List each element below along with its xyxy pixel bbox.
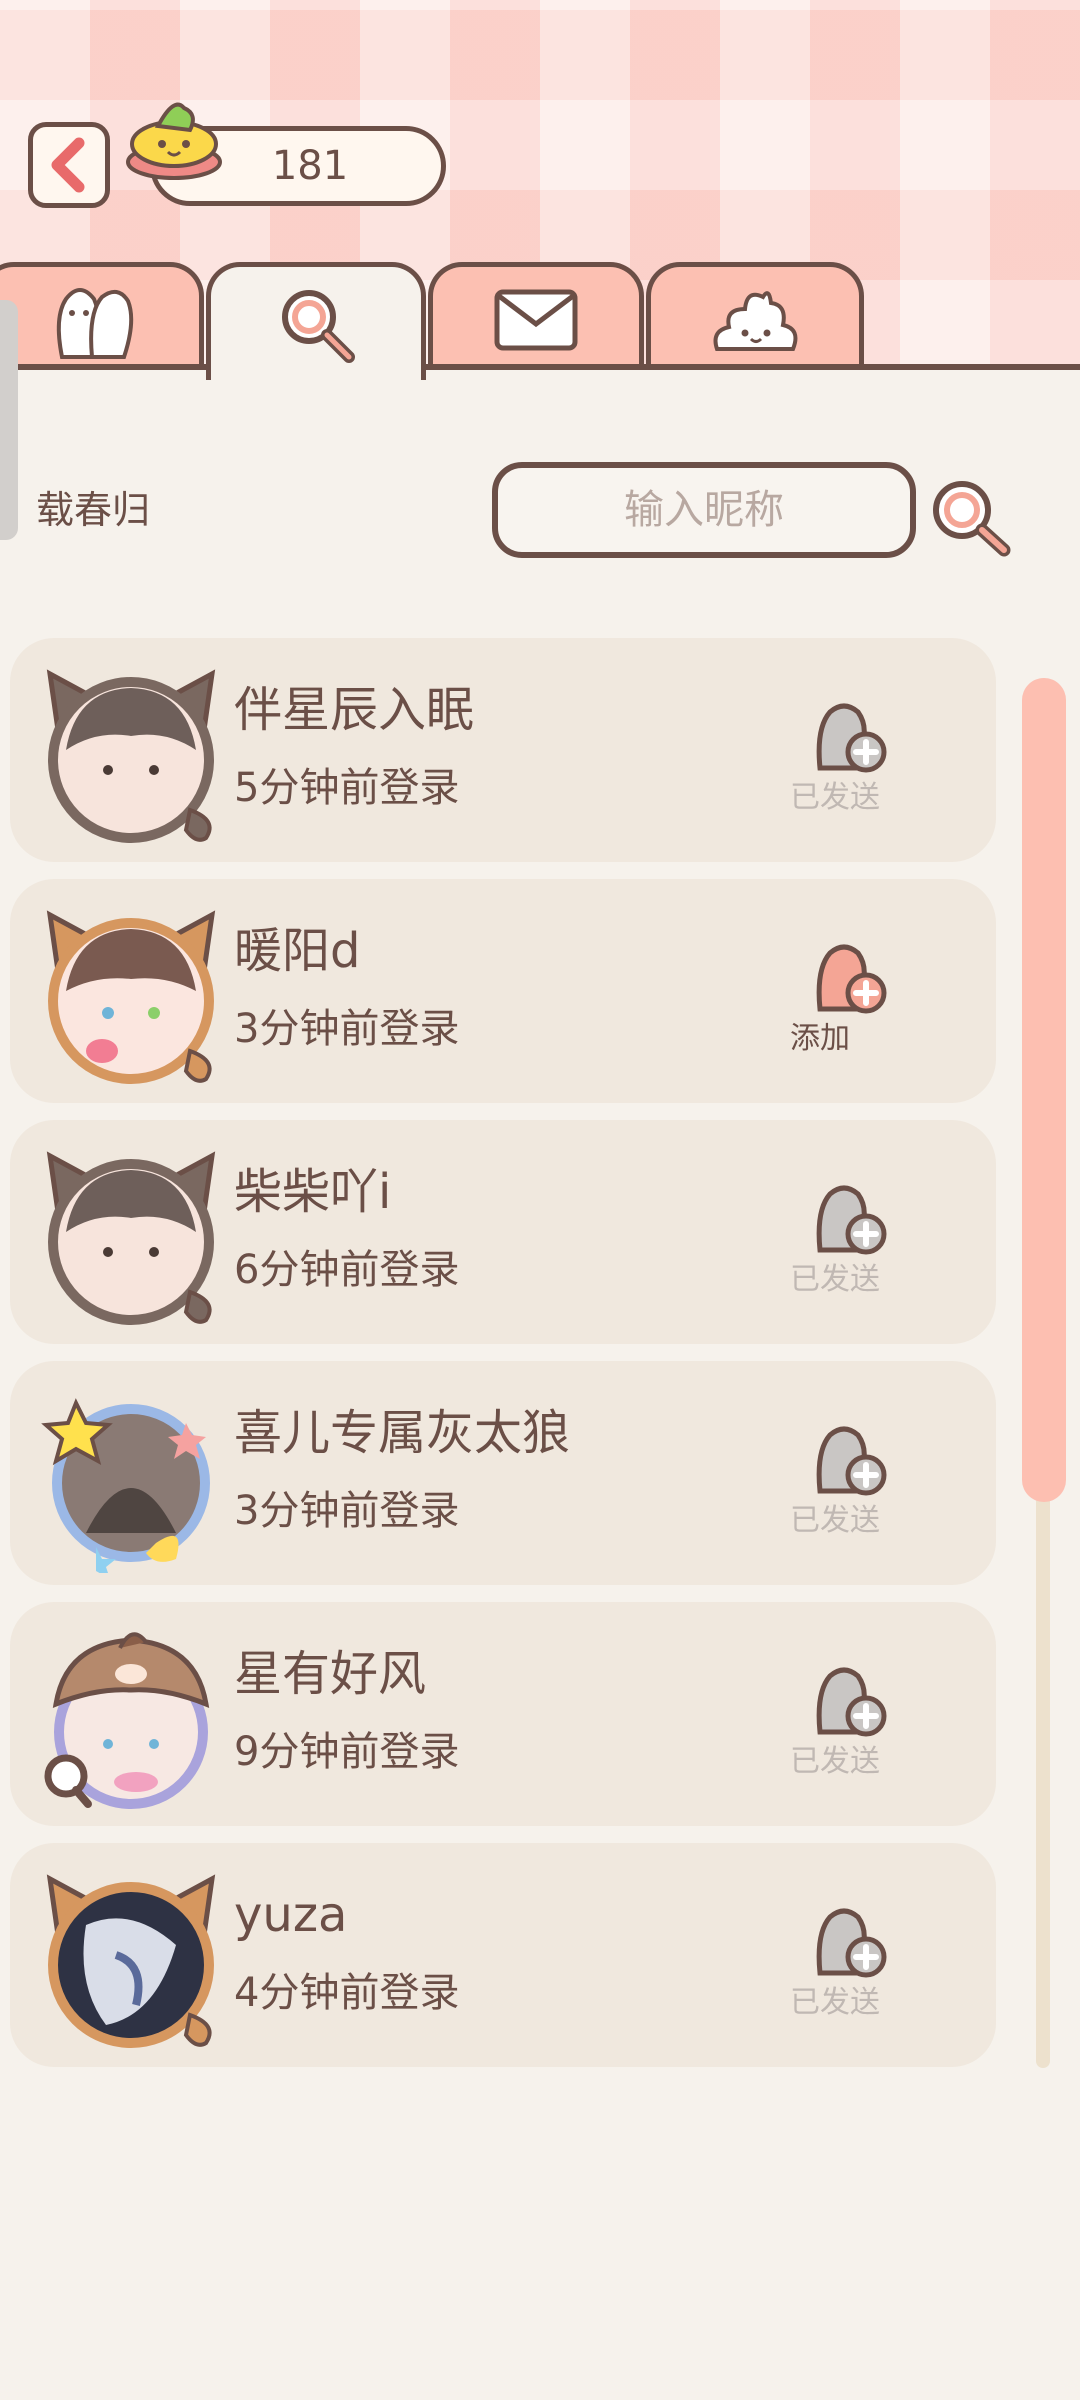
search-icon bbox=[282, 289, 355, 363]
poop-coin-icon bbox=[126, 102, 222, 180]
mail-icon bbox=[494, 289, 578, 350]
list-item: 伴星辰入眠 5分钟前登录 已发送 bbox=[10, 638, 996, 862]
action-label: 已发送 bbox=[790, 780, 880, 815]
action-label: 添加 bbox=[790, 1021, 850, 1056]
user-name: yuza bbox=[234, 1887, 348, 1943]
add-friend-icon bbox=[816, 1185, 887, 1255]
orange-cat-avatar-icon[interactable] bbox=[36, 901, 226, 1091]
tab-poop[interactable] bbox=[646, 262, 864, 370]
cat-ear-avatar-icon[interactable] bbox=[36, 1142, 226, 1332]
list-item: 暖阳d 3分钟前登录 添加 bbox=[10, 879, 996, 1103]
user-name: 柴柴吖i bbox=[234, 1164, 392, 1220]
action-label: 已发送 bbox=[790, 1503, 880, 1538]
coin-count: 181 bbox=[271, 143, 349, 189]
login-time: 6分钟前登录 bbox=[234, 1247, 460, 1293]
tab-search[interactable] bbox=[206, 262, 426, 380]
star-avatar-icon[interactable] bbox=[36, 1383, 226, 1573]
action-label: 已发送 bbox=[790, 1744, 880, 1779]
add-friend-icon bbox=[816, 703, 887, 773]
add-friend-icon bbox=[816, 1667, 887, 1737]
user-name: 喜儿专属灰太狼 bbox=[234, 1405, 571, 1461]
current-user-label: 载春归 bbox=[36, 488, 151, 532]
friend-request-sent: 已发送 bbox=[790, 1421, 910, 1561]
chevron-left-icon bbox=[51, 137, 85, 193]
scrollbar-thumb[interactable] bbox=[1022, 678, 1066, 1502]
friend-request-sent: 已发送 bbox=[790, 1662, 910, 1802]
friend-request-sent: 已发送 bbox=[790, 698, 910, 838]
tab-friends[interactable] bbox=[0, 262, 204, 370]
tab-bar-divider bbox=[0, 364, 1080, 370]
add-friend-button[interactable]: 添加 bbox=[790, 939, 910, 1079]
poop-icon bbox=[713, 290, 798, 351]
add-friend-icon bbox=[816, 1908, 887, 1978]
user-list: 伴星辰入眠 5分钟前登录 已发送 暖阳d 3分钟前登录 添加 柴柴吖i 6分钟前… bbox=[10, 638, 996, 2084]
detective-hat-avatar-icon[interactable] bbox=[36, 1624, 226, 1814]
add-friend-icon bbox=[816, 1426, 887, 1496]
back-button[interactable] bbox=[28, 122, 110, 208]
list-item: 喜儿专属灰太狼 3分钟前登录 已发送 bbox=[10, 1361, 996, 1585]
side-drawer-handle[interactable] bbox=[0, 300, 18, 540]
orange-cat-avatar-icon[interactable] bbox=[36, 1865, 226, 2055]
add-friend-icon bbox=[816, 944, 887, 1014]
user-name: 伴星辰入眠 bbox=[234, 682, 475, 738]
list-item: 柴柴吖i 6分钟前登录 已发送 bbox=[10, 1120, 996, 1344]
nickname-search-input[interactable] bbox=[492, 462, 916, 558]
user-name: 星有好风 bbox=[234, 1646, 427, 1702]
search-icon[interactable] bbox=[922, 470, 1014, 562]
list-item: yuza 4分钟前登录 已发送 bbox=[10, 1843, 996, 2067]
login-time: 3分钟前登录 bbox=[234, 1488, 460, 1534]
login-time: 4分钟前登录 bbox=[234, 1970, 460, 2016]
friend-request-sent: 已发送 bbox=[790, 1903, 910, 2043]
login-time: 3分钟前登录 bbox=[234, 1006, 460, 1052]
friends-icon bbox=[56, 287, 134, 359]
list-item: 星有好风 9分钟前登录 已发送 bbox=[10, 1602, 996, 1826]
cat-ear-avatar-icon[interactable] bbox=[36, 660, 226, 850]
action-label: 已发送 bbox=[790, 1985, 880, 2020]
tab-mail[interactable] bbox=[428, 262, 644, 370]
user-name: 暖阳d bbox=[234, 923, 361, 979]
action-label: 已发送 bbox=[790, 1262, 880, 1297]
friend-request-sent: 已发送 bbox=[790, 1180, 910, 1320]
login-time: 9分钟前登录 bbox=[234, 1729, 460, 1775]
login-time: 5分钟前登录 bbox=[234, 765, 460, 811]
